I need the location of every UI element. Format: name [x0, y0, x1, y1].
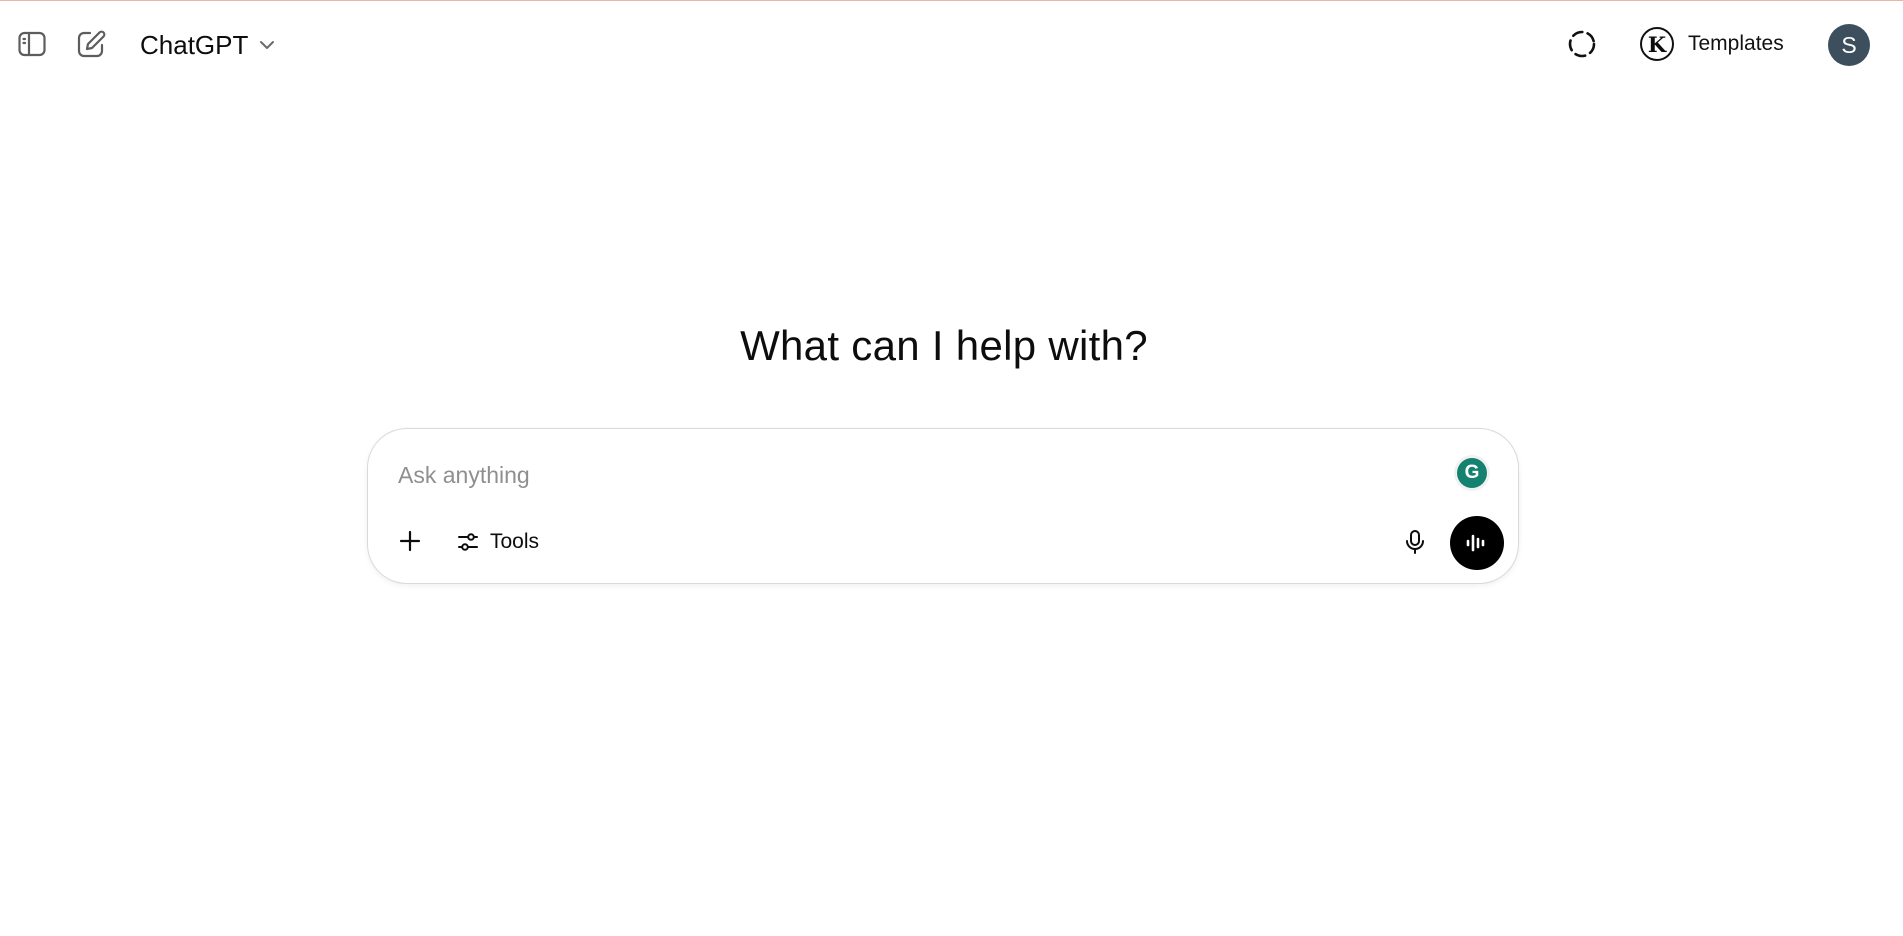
- templates-label: Templates: [1688, 32, 1784, 55]
- sidebar-icon: [18, 31, 46, 57]
- grammarly-icon: G: [1457, 458, 1487, 488]
- page-headline: What can I help with?: [740, 322, 1148, 369]
- mic-icon: [1406, 530, 1424, 554]
- plus-icon: [399, 530, 421, 552]
- model-switcher[interactable]: ChatGPT: [130, 25, 286, 65]
- prompt-input[interactable]: [398, 457, 1398, 493]
- chevron-down-icon: [260, 41, 275, 49]
- tools-label: Tools: [490, 530, 540, 553]
- templates-logo-letter: K: [1647, 31, 1667, 57]
- user-avatar[interactable]: S: [1828, 24, 1870, 66]
- grammarly-letter: G: [1464, 462, 1480, 483]
- tools-button[interactable]: Tools: [448, 523, 547, 561]
- prompt-composer: G Tools: [367, 428, 1519, 584]
- avatar-initial: S: [1841, 31, 1857, 58]
- sliders-icon: [458, 533, 478, 551]
- top-bar: ChatGPT K Templates S: [0, 1, 1903, 89]
- temporary-chat-button[interactable]: [1562, 24, 1602, 64]
- templates-logo-icon: K: [1640, 27, 1674, 61]
- model-name: ChatGPT: [140, 29, 249, 60]
- new-chat-button[interactable]: [71, 24, 111, 64]
- dictate-button[interactable]: [1395, 522, 1435, 562]
- voice-mode-button[interactable]: [1450, 516, 1504, 570]
- edit-icon: [77, 30, 106, 58]
- grammarly-button[interactable]: G: [1454, 455, 1490, 491]
- dashed-circle-icon: [1568, 30, 1596, 58]
- templates-extension-button[interactable]: K Templates: [1640, 22, 1784, 66]
- sidebar-toggle-button[interactable]: [12, 24, 52, 64]
- waveform-icon: [1466, 534, 1485, 552]
- attach-button[interactable]: [390, 521, 430, 561]
